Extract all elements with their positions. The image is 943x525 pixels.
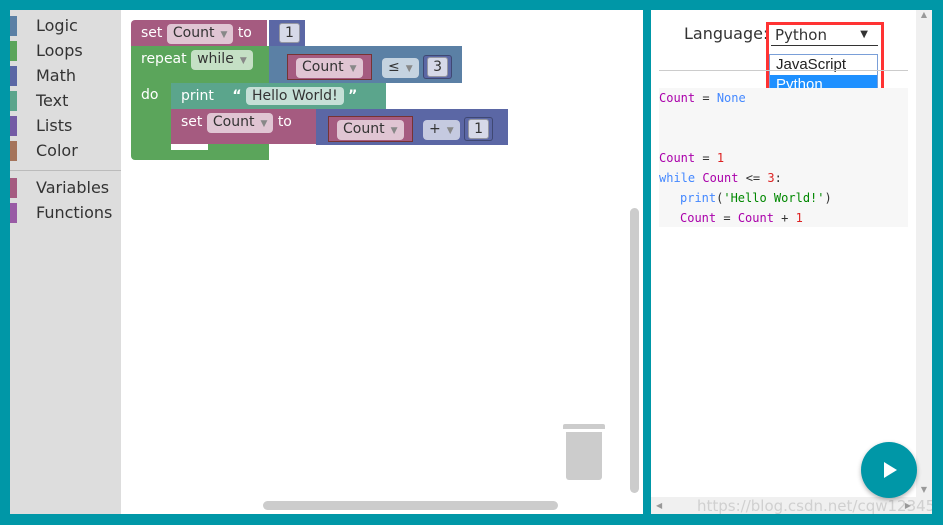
blockly-workspace[interactable]: Logic Loops Math Text Lists Color Variables Fu… xyxy=(10,10,643,514)
toolbox-category-functions[interactable]: Functions xyxy=(10,200,121,225)
watermark: https://blog.csdn.net/cqw1234567 xyxy=(697,497,932,514)
toolbox-category-logic[interactable]: Logic xyxy=(10,13,121,38)
category-color-bar xyxy=(10,141,17,161)
set-variable-block[interactable]: set Count ▼ to xyxy=(171,109,316,144)
toolbox-category-color[interactable]: Color xyxy=(10,138,121,163)
code-panel: Language: Python▼ JavaScriptPythonPHPLua… xyxy=(651,10,932,514)
divider xyxy=(659,70,908,71)
horizontal-scrollbar[interactable] xyxy=(263,501,558,510)
category-label: Lists xyxy=(36,116,73,135)
operator-dropdown[interactable]: ≤ ▼ xyxy=(381,58,419,78)
category-label: Variables xyxy=(36,178,110,197)
number-block[interactable]: 1 xyxy=(269,20,305,46)
vertical-scrollbar[interactable] xyxy=(630,208,639,493)
block-label: set xyxy=(141,25,163,41)
statement-gap xyxy=(171,144,208,150)
number-field[interactable]: 3 xyxy=(427,57,448,77)
loop-mode-dropdown[interactable]: while ▼ xyxy=(191,50,253,70)
block-label: print xyxy=(181,88,214,104)
block-label: to xyxy=(277,114,292,130)
category-label: Text xyxy=(36,91,69,110)
set-variable-block[interactable]: set Count ▼ to xyxy=(131,20,267,46)
print-block[interactable]: print “ Hello World! ” xyxy=(171,83,386,109)
quote-icon: “ xyxy=(232,88,242,104)
vertical-scrollbar[interactable]: ▲ ▼ xyxy=(916,10,932,514)
category-color-bar xyxy=(10,66,17,86)
category-label: Color xyxy=(36,141,78,160)
arithmetic-block[interactable]: Count ▼ + ▼ 1 xyxy=(316,109,508,145)
trash-icon[interactable] xyxy=(563,424,605,480)
run-button[interactable] xyxy=(861,442,917,498)
block-label: set xyxy=(181,114,203,130)
toolbox-category-math[interactable]: Math xyxy=(10,63,121,88)
generated-code: Count = None Count = 1 while Count <= 3:… xyxy=(659,88,908,227)
category-label: Logic xyxy=(36,16,78,35)
toolbox-category-variables[interactable]: Variables xyxy=(10,175,121,200)
category-label: Math xyxy=(36,66,77,85)
toolbox-category-loops[interactable]: Loops xyxy=(10,38,121,63)
quote-icon: ” xyxy=(348,88,358,104)
category-color-bar xyxy=(10,16,17,36)
category-color-bar xyxy=(10,116,17,136)
category-label: Loops xyxy=(36,41,83,60)
category-color-bar xyxy=(10,178,17,198)
operator-dropdown[interactable]: + ▼ xyxy=(422,120,460,140)
category-label: Functions xyxy=(36,203,113,222)
compare-block[interactable]: Count ▼ ≤ ▼ 3 xyxy=(269,46,462,83)
block-label: repeat xyxy=(141,51,187,67)
category-color-bar xyxy=(10,203,17,223)
variable-dropdown[interactable]: Count ▼ xyxy=(206,113,274,133)
variable-dropdown[interactable]: Count ▼ xyxy=(296,58,363,78)
toolbox-separator xyxy=(10,163,121,171)
toolbox: Logic Loops Math Text Lists Color Variables Fu… xyxy=(10,10,121,514)
number-field[interactable]: 1 xyxy=(468,119,489,139)
number-field[interactable]: 1 xyxy=(279,23,300,43)
variable-dropdown[interactable]: Count ▼ xyxy=(166,24,234,44)
toolbox-category-lists[interactable]: Lists xyxy=(10,113,121,138)
toolbox-category-text[interactable]: Text xyxy=(10,88,121,113)
play-icon xyxy=(884,462,897,478)
variable-dropdown[interactable]: Count ▼ xyxy=(337,120,404,140)
category-color-bar xyxy=(10,91,17,111)
language-option-javascript[interactable]: JavaScript xyxy=(770,55,877,75)
category-color-bar xyxy=(10,41,17,61)
text-field[interactable]: Hello World! xyxy=(246,87,344,105)
language-label: Language: xyxy=(684,24,769,43)
block-label: to xyxy=(237,25,252,41)
